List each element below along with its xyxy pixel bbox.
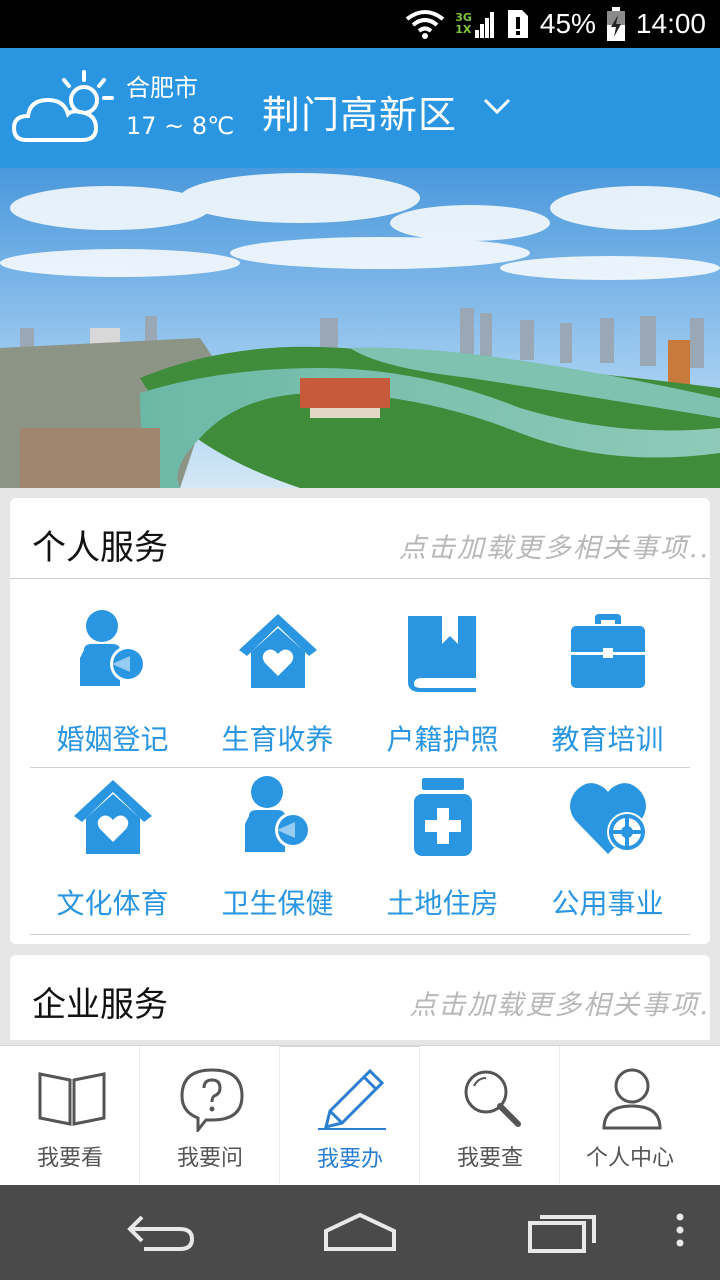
city-banner-image[interactable] <box>0 168 720 488</box>
recents-icon[interactable] <box>524 1205 600 1255</box>
service-label: 土地住房 <box>386 887 499 920</box>
person-heart-icon <box>245 776 311 852</box>
nav-item-handle[interactable]: 我要办 <box>280 1046 420 1184</box>
service-household-passport[interactable]: 户籍护照 <box>360 600 525 768</box>
sim-alert-icon <box>507 10 528 38</box>
service-marriage[interactable]: 婚姻登记 <box>30 600 195 768</box>
service-health[interactable]: 卫生保健 <box>195 766 360 934</box>
nav-item-ask[interactable]: 我要问 <box>140 1046 280 1184</box>
battery-percent: 45% <box>539 8 596 39</box>
section-title: 企业服务 <box>32 985 168 1025</box>
nav-label: 我要查 <box>456 1146 523 1171</box>
person-heart-icon <box>80 610 146 686</box>
service-culture-sports[interactable]: 文化体育 <box>30 766 195 934</box>
service-education[interactable]: 教育培训 <box>525 600 690 768</box>
service-label: 生育收养 <box>221 723 334 756</box>
home-heart-icon <box>74 780 152 854</box>
district-selector[interactable]: 荆门高新区 <box>262 84 457 139</box>
service-label: 户籍护照 <box>386 723 499 756</box>
nav-label: 我要看 <box>36 1146 103 1171</box>
temperature: 17 ~ 8℃ <box>126 112 235 140</box>
magnifier-icon <box>464 1070 521 1127</box>
service-label: 卫生保健 <box>221 887 334 920</box>
section-title: 个人服务 <box>32 528 168 568</box>
service-row: 婚姻登记 生育收养 户籍护照 教育培训 <box>30 600 690 768</box>
nav-label: 个人中心 <box>585 1146 674 1171</box>
service-row: 文化体育 卫生保健 土地住房 公用事业 <box>30 766 690 934</box>
menu-icon[interactable] <box>670 1205 690 1255</box>
signal-icon <box>474 12 494 38</box>
network-type: 3G 1X <box>455 11 472 36</box>
user-icon <box>602 1068 662 1130</box>
system-nav-bar <box>0 1185 720 1280</box>
medicine-bottle-icon <box>414 778 472 856</box>
bottom-nav: 我要看 我要问 我要办 我要查 个人中心 <box>0 1045 720 1185</box>
enterprise-services-header: 企业服务 点击加载更多相关事项. <box>10 955 710 1035</box>
service-land-housing[interactable]: 土地住房 <box>360 766 525 934</box>
heart-target-icon <box>570 783 647 854</box>
service-label: 公用事业 <box>551 887 664 920</box>
nav-label: 我要办 <box>316 1147 383 1172</box>
pencil-icon <box>318 1068 386 1130</box>
service-label: 教育培训 <box>551 723 664 756</box>
divider <box>10 578 710 579</box>
load-more-link[interactable]: 点击加载更多相关事项. <box>409 983 710 1022</box>
nav-item-profile[interactable]: 个人中心 <box>560 1046 700 1184</box>
status-bar: 3G 1X 45% 14:00 <box>0 0 720 48</box>
city-name: 合肥市 <box>126 74 198 102</box>
service-public-utilities[interactable]: 公用事业 <box>525 766 690 934</box>
nav-item-read[interactable]: 我要看 <box>0 1046 140 1184</box>
app-header: 合肥市 17 ~ 8℃ 荆门高新区 <box>0 48 720 168</box>
load-more-link[interactable]: 点击加载更多相关事项.. <box>399 526 710 565</box>
open-book-icon <box>38 1072 106 1126</box>
book-icon <box>408 616 476 692</box>
home-icon[interactable] <box>322 1205 398 1255</box>
question-bubble-icon <box>180 1068 244 1132</box>
personal-services-card: 个人服务 点击加载更多相关事项.. 婚姻登记 生育收养 户籍护照 教育培训 文化… <box>10 498 710 944</box>
service-label: 文化体育 <box>56 887 169 920</box>
clock: 14:00 <box>635 8 706 39</box>
partly-cloudy-icon <box>12 70 114 142</box>
back-icon[interactable] <box>124 1205 196 1255</box>
battery-charging-icon <box>606 7 625 41</box>
personal-services-header: 个人服务 点击加载更多相关事项.. <box>10 498 710 578</box>
nav-item-search[interactable]: 我要查 <box>420 1046 560 1184</box>
wifi-icon <box>405 10 445 39</box>
service-birth-adoption[interactable]: 生育收养 <box>195 600 360 768</box>
nav-label: 我要问 <box>176 1146 243 1171</box>
divider <box>30 934 690 935</box>
chevron-down-icon[interactable] <box>482 96 512 116</box>
service-label: 婚姻登记 <box>56 723 169 756</box>
home-heart-icon <box>239 614 317 688</box>
briefcase-icon <box>571 614 645 688</box>
enterprise-services-card: 企业服务 点击加载更多相关事项. <box>10 955 710 1040</box>
